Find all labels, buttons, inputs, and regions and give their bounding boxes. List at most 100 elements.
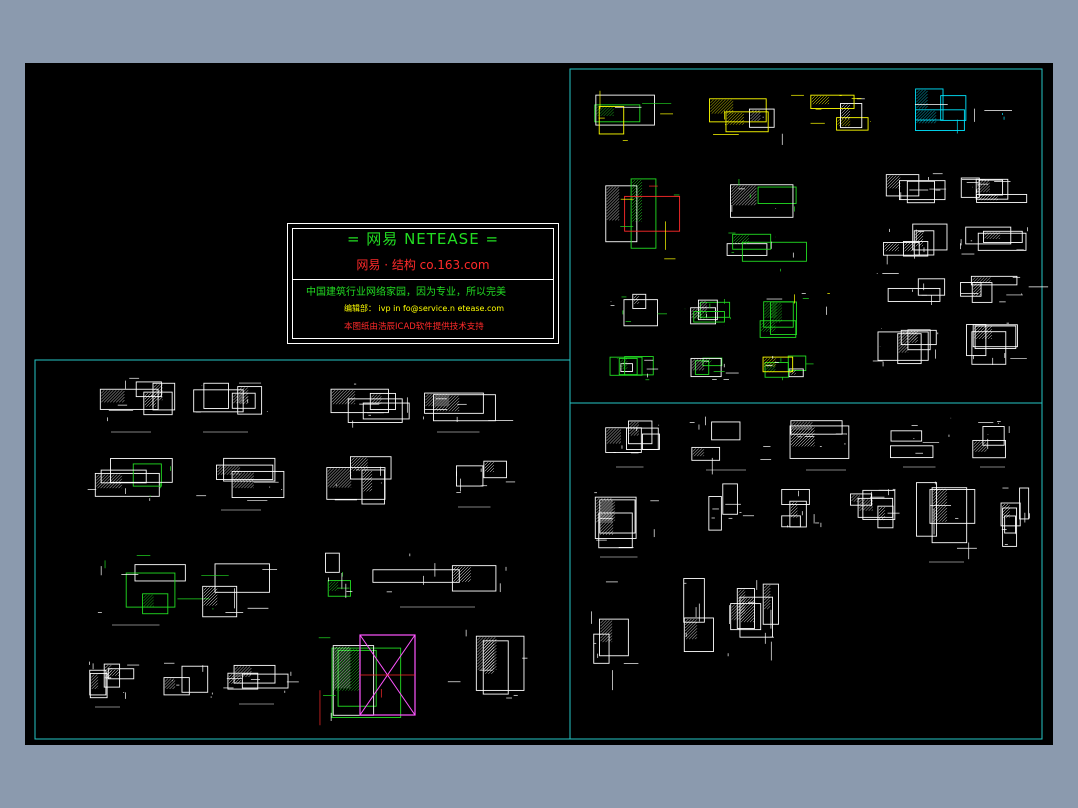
cad-hatch <box>733 235 740 242</box>
cad-hatch <box>764 302 771 309</box>
cad-hatch <box>878 509 886 517</box>
cad-hatch <box>484 462 489 466</box>
cad-hatch <box>878 512 886 520</box>
cad-hatch <box>366 485 373 492</box>
cad-hatch <box>347 484 352 488</box>
cad-hatch <box>332 390 348 405</box>
cad-hatch <box>442 395 459 412</box>
cad-hatch <box>685 618 689 623</box>
cad-hatch <box>96 474 100 478</box>
cad-outline <box>741 241 807 262</box>
cad-hatch <box>764 596 771 604</box>
cad-hatch <box>878 506 886 514</box>
cad-hatch <box>916 110 929 123</box>
cad-hatch <box>164 678 172 685</box>
cad-hatch <box>371 394 375 398</box>
cad-hatch <box>764 590 771 598</box>
cad-hatch <box>986 188 991 193</box>
cad-hatch <box>484 462 492 469</box>
cad-hatch <box>891 244 899 252</box>
cad-hatch <box>984 449 988 452</box>
cad-outline <box>605 427 642 453</box>
cad-outline <box>369 392 396 410</box>
cad-hatch <box>234 666 242 673</box>
cad-hatch <box>362 470 370 478</box>
cad-hatch <box>844 120 851 127</box>
cad-outline <box>900 329 937 346</box>
cad-outline <box>326 467 386 500</box>
cad-hatch <box>101 390 105 394</box>
cad-hatch <box>887 175 894 182</box>
cad-hatch <box>352 457 367 472</box>
cad-hatch <box>692 448 700 455</box>
cad-outline <box>34 359 571 740</box>
cad-outline <box>974 325 1017 349</box>
cad-hatch <box>332 648 358 674</box>
cad-outline <box>595 94 655 126</box>
cad-hatch <box>492 470 495 473</box>
cad-hatch <box>904 242 911 249</box>
cad-hatch <box>791 421 796 425</box>
cad-hatch <box>841 104 845 108</box>
cad-hatch <box>122 399 125 403</box>
cad-outline <box>628 420 653 445</box>
detail-drawing <box>594 90 674 141</box>
cad-hatch <box>620 359 627 366</box>
cad-hatch <box>975 441 986 452</box>
title-block-editor-email: 编辑部： ivp in fo@service.n etease.com <box>344 304 505 313</box>
cad-hatch <box>1001 503 1009 511</box>
cad-outline <box>781 515 801 528</box>
detail-drawing <box>99 377 176 433</box>
cad-outline <box>972 324 1018 348</box>
cad-outline <box>605 185 638 243</box>
cad-outline <box>1004 515 1016 534</box>
cad-hatch <box>685 619 698 632</box>
cad-hatch <box>164 678 169 682</box>
cad-outline <box>690 307 717 325</box>
detail-drawing <box>97 555 210 626</box>
cad-outline <box>781 488 810 505</box>
detail-drawing <box>605 420 660 468</box>
cad-hatch <box>889 177 901 189</box>
cad-hatch <box>733 235 737 239</box>
cad-hatch <box>932 488 946 501</box>
cad-hatch <box>685 625 698 638</box>
cad-hatch <box>930 118 937 124</box>
cad-hatch <box>331 584 339 592</box>
detail-drawing <box>223 664 299 705</box>
cad-hatch <box>143 594 147 598</box>
cad-outline <box>931 487 968 544</box>
cad-hatch <box>351 457 355 461</box>
cad-hatch <box>932 501 948 516</box>
cad-hatch <box>228 674 233 678</box>
cad-hatch <box>217 465 221 470</box>
cad-hatch <box>453 566 469 582</box>
cad-hatch <box>983 185 991 193</box>
cad-hatch <box>96 474 109 487</box>
detail-drawing <box>325 552 353 598</box>
cad-outline <box>702 357 723 367</box>
cad-hatch <box>332 648 361 677</box>
cad-hatch <box>119 396 125 403</box>
cad-drawing-canvas[interactable]: = 网易 NETEASE = 网易 · 结构 co.163.com 中国建筑行业… <box>25 63 1053 745</box>
cad-hatch <box>771 328 776 332</box>
detail-drawing <box>684 298 731 326</box>
detail-drawing <box>193 382 268 433</box>
cad-outline <box>965 226 1012 245</box>
cad-hatch <box>327 468 340 481</box>
cad-hatch <box>851 494 858 502</box>
cad-hatch <box>865 503 874 511</box>
cad-hatch <box>884 243 891 250</box>
cad-outline <box>912 223 948 251</box>
cad-hatch <box>333 663 361 691</box>
cad-outline <box>917 278 946 296</box>
cad-hatch <box>91 679 99 687</box>
cad-hatch <box>711 99 726 114</box>
cad-hatch <box>636 433 640 436</box>
cad-hatch <box>600 619 607 627</box>
cad-hatch <box>811 96 818 103</box>
cad-hatch <box>790 502 798 509</box>
cad-hatch <box>600 619 604 624</box>
cad-hatch <box>841 104 848 111</box>
cad-hatch <box>606 429 622 444</box>
